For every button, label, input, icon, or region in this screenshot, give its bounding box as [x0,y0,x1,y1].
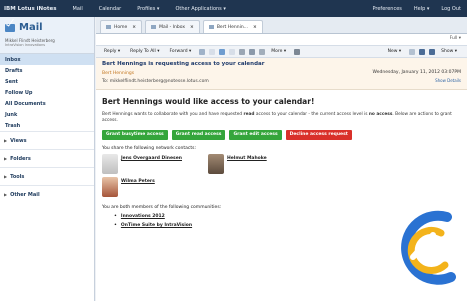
show-details-link[interactable]: Show Details [435,78,461,83]
flag-icon[interactable] [219,48,226,55]
close-icon[interactable]: × [253,25,257,30]
decline-button[interactable]: Decline access request [285,130,352,140]
section-label: Folders [10,155,31,162]
message-date: Wednesday, January 11, 2012 03:07PM [372,70,461,75]
tab-message[interactable]: Bert Hennin... × [202,20,263,33]
grant-read-button[interactable]: Grant read access [171,130,226,140]
contact-card: Wilma Peters [102,177,155,197]
nav-mail[interactable]: Mail [65,6,91,12]
logout-link[interactable]: Log Out [435,6,467,12]
section-label: Other Mail [10,191,40,198]
copy-icon[interactable] [249,48,256,55]
sidebar-section-folders[interactable]: ▶ Folders [0,149,94,167]
forward-button[interactable]: Forward ▾ [166,48,196,55]
sidebar-item-follow-up[interactable]: Follow Up [0,87,94,98]
message-to: To: mikkelflindt.heisterberg@notesse.lot… [102,79,461,84]
tab-label: Home [114,24,128,30]
dropdown-icon[interactable] [209,48,216,55]
message-icon [208,25,214,29]
document-icon[interactable] [199,48,206,55]
sidebar-item-junk[interactable]: Junk [0,109,94,120]
folder-icon[interactable] [239,48,246,55]
shared-contacts: Jens Overgaard Dinesen Helmut Mahoke [102,154,461,174]
sidebar-item-all-documents[interactable]: All Documents [0,98,94,109]
nav-profiles[interactable]: Profiles ▾ [129,6,167,12]
tab-bar: Home × Mail - Inbox × Bert Hennin... × [96,17,467,34]
ontime-logo-icon [401,210,456,285]
grant-edit-button[interactable]: Grant edit access [229,130,282,140]
up-arrow-icon[interactable] [419,48,426,55]
mail-icon [151,25,157,29]
sidebar: Mail Mikkel Flindt Heisterberg IntraVisi… [0,17,95,301]
sidebar-header: Mail Mikkel Flindt Heisterberg IntraVisi… [0,17,94,54]
dropdown-icon[interactable] [229,48,236,55]
to-address: mikkelflindt.heisterberg@notesse.lotus.c… [109,79,209,84]
tab-mail-inbox[interactable]: Mail - Inbox × [145,20,200,33]
section-label: Views [10,137,27,144]
message-toolbar: Reply ▾ Reply To All ▾ Forward ▾ More ▾ … [96,45,467,58]
access-buttons: Grant busytime access Grant read access … [102,130,461,140]
desc-text: Bert Hennings wants to collaborate with … [102,112,244,117]
body-headline: Bert Hennings would like access to your … [102,97,315,106]
preferences-link[interactable]: Preferences [366,6,407,12]
sidebar-item-trash[interactable]: Trash [0,120,94,131]
desc-read: read [243,112,255,117]
contact-name[interactable]: Jens Overgaard Dinesen [121,156,182,161]
reply-button[interactable]: Reply ▾ [100,48,124,55]
expand-arrow-icon: ▶ [4,138,8,143]
expand-arrow-icon: ▶ [4,174,8,179]
app-brand: IBM Lotus iNotes [4,5,57,12]
view-mode-select[interactable]: Full ▾ [96,34,467,45]
message-header: Bert Hennings is requesting access to yo… [96,58,467,90]
section-label: Tools [10,173,25,180]
contact-card: Jens Overgaard Dinesen [102,154,182,174]
avatar [207,154,224,174]
reply-all-button[interactable]: Reply To All ▾ [126,48,163,55]
top-right-links: Preferences Help ▾ Log Out [366,0,467,17]
mail-title: Mail [5,22,89,33]
avatar [102,154,118,174]
show-button[interactable]: Show ▾ [437,48,461,55]
more-button[interactable]: More ▾ [267,48,290,55]
top-navigation-bar: IBM Lotus iNotes Mail Calendar Profiles … [0,0,467,17]
nav-other-applications[interactable]: Other Applications ▾ [167,6,233,12]
avatar [102,177,118,197]
mail-icon [5,23,15,32]
sidebar-section-views[interactable]: ▶ Views [0,131,94,149]
sidebar-item-inbox[interactable]: Inbox [0,54,94,65]
sidebar-item-drafts[interactable]: Drafts [0,65,94,76]
shared-contacts-row2: Wilma Peters [102,177,461,197]
body-description: Bert Hennings wants to collaborate with … [102,112,462,124]
desc-no-access: no access [368,112,393,117]
sidebar-item-sent[interactable]: Sent [0,76,94,87]
help-link[interactable]: Help ▾ [408,6,436,12]
grant-busytime-button[interactable]: Grant busytime access [102,130,168,140]
shared-contacts-label: You share the following network contacts… [102,146,196,151]
expand-arrow-icon: ▶ [4,156,8,161]
home-icon [106,25,111,29]
expand-arrow-icon: ▶ [4,192,8,197]
page-icon[interactable] [409,48,416,55]
to-label: To: [102,79,109,84]
close-icon[interactable]: × [132,25,136,30]
sidebar-section-other-mail[interactable]: ▶ Other Mail [0,185,94,203]
new-button[interactable]: New ▾ [384,48,406,55]
down-arrow-icon[interactable] [429,48,436,55]
message-subject: Bert Hennings is requesting access to yo… [102,61,265,67]
contact-name[interactable]: Helmut Mahoke [227,156,267,161]
mail-title-label: Mail [19,22,43,33]
close-icon[interactable]: × [190,25,194,30]
print-icon[interactable] [294,48,301,55]
contact-card: Helmut Mahoke [207,154,267,174]
sidebar-section-tools[interactable]: ▶ Tools [0,167,94,185]
desc-text: access to your calendar - the current ac… [254,112,369,117]
tab-home[interactable]: Home × [100,20,143,33]
nav-calendar[interactable]: Calendar [91,6,129,12]
tab-label: Mail - Inbox [159,24,186,30]
contact-name[interactable]: Wilma Peters [121,179,155,184]
toolbar-right: New ▾ Show ▾ [384,48,463,55]
trash-icon[interactable] [259,48,266,55]
tab-label: Bert Hennin... [216,24,248,30]
user-org: IntraVision Innovations [5,43,46,47]
